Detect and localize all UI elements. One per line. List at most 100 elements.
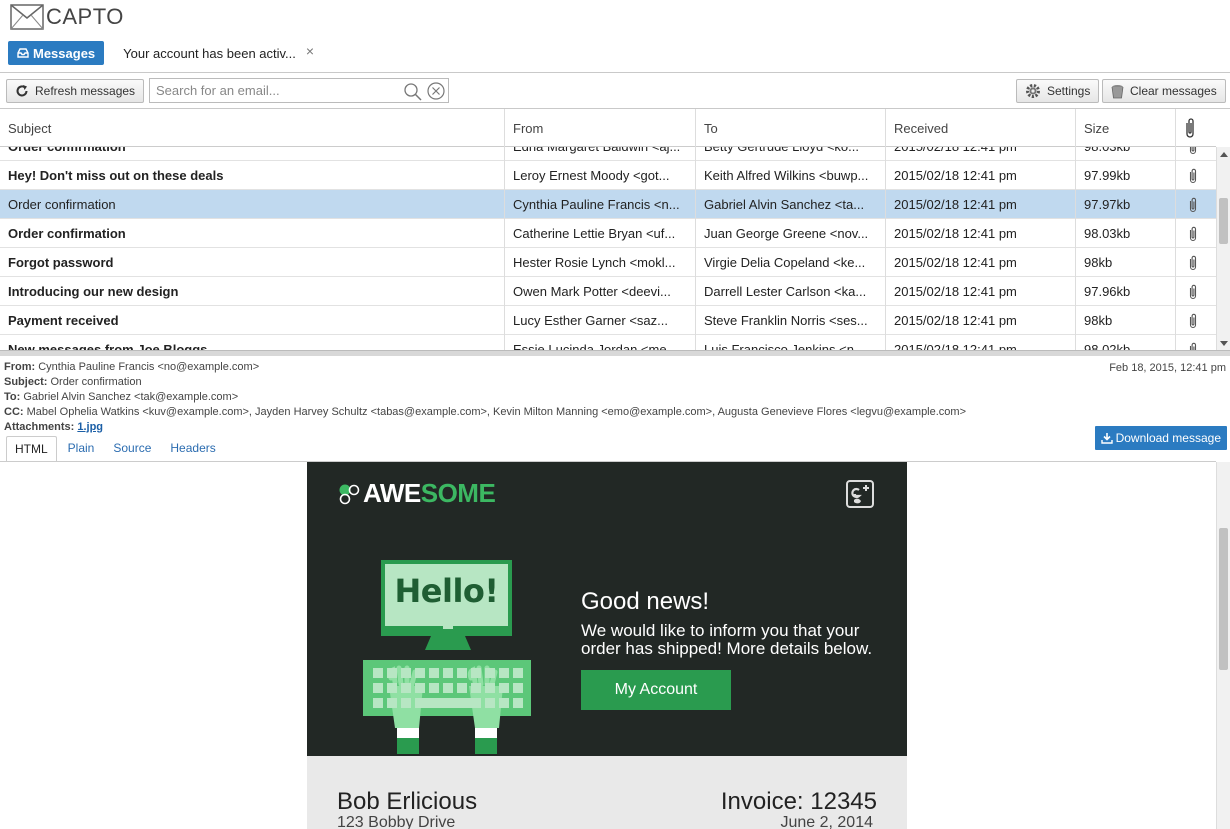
scroll-up-arrow[interactable] [1220,152,1228,157]
column-header-subject[interactable]: Subject [0,109,505,147]
message-attachments-row: Attachments: 1.jpg [4,420,966,435]
email-hero: AWE SOME Hello! Good news! We would like… [307,462,907,756]
tab-messages-label: Messages [33,45,96,61]
cell-received: 2015/02/18 12:41 pm [886,306,1076,335]
keyboard-key [415,698,481,708]
customer-address: 123 Bobby Drive [337,814,456,829]
keyboard-key [415,668,425,678]
preview-scrollbar[interactable] [1216,462,1230,829]
cell-from: Lucy Esther Garner <saz... [505,306,696,335]
keyboard-key [513,683,523,693]
cell-from: Edna Margaret Baldwin <aj... [505,147,696,161]
cell-to: Juan George Greene <nov... [696,219,886,248]
table-row[interactable]: Order confirmation Catherine Lettie Bryan… [0,219,1216,248]
keyboard-key [499,698,509,708]
cell-from: Essie Lucinda Jordan <me... [505,335,696,350]
column-header-size[interactable]: Size [1076,109,1176,147]
cell-to: Darrell Lester Carlson <ka... [696,277,886,306]
tab-plain[interactable]: Plain [60,436,103,462]
cell-subject: Payment received [0,306,505,335]
refresh-messages-button[interactable]: Refresh messages [6,79,145,103]
inbox-icon [17,48,29,58]
download-icon [1100,433,1113,444]
keyboard-key [373,683,383,693]
trash-icon [1111,84,1124,98]
cell-received: 2015/02/18 12:41 pm [886,219,1076,248]
column-header-received[interactable]: Received [886,109,1076,147]
cell-received: 2015/02/18 12:41 pm [886,147,1076,161]
invoice-number: Invoice: 12345 [720,788,877,815]
table-row[interactable]: Order confirmationEdna Margaret Baldwin … [0,147,1216,161]
table-row[interactable]: Hey! Don't miss out on these deals Leroy … [0,161,1216,190]
table-row[interactable]: Order confirmation Cynthia Pauline Franci… [0,190,1216,219]
keyboard-key [401,698,411,708]
keyboard-key [373,668,383,678]
google-plus-icon[interactable] [846,480,874,508]
notification-close-button[interactable]: × [306,43,314,59]
keyboard-key [457,683,467,693]
scroll-down-arrow[interactable] [1220,341,1228,346]
scrollbar-thumb[interactable] [1219,198,1228,244]
keyboard-key [443,668,453,678]
message-cc: Mabel Ophelia Watkins <kuv@example.com>,… [26,406,967,418]
notification-text: Your account has been activ... [123,45,296,61]
cell-from: Owen Mark Potter <deevi... [505,277,696,306]
preview-scrollbar-thumb[interactable] [1219,528,1228,670]
cc-label: CC: [4,406,24,418]
good-news-headline: Good news! [581,588,710,615]
clear-messages-label: Clear messages [1130,84,1217,98]
to-label: To: [4,391,21,403]
message-list-scrollbar[interactable] [1216,147,1230,350]
column-header-attachment[interactable] [1176,109,1216,147]
email-preview: AWE SOME Hello! Good news! We would like… [0,462,1216,829]
capto-app: CAPTO Messages Your account has been act… [0,0,1230,829]
refresh-icon [16,85,28,97]
cell-subject: Forgot password [0,248,505,277]
clear-search-icon[interactable] [427,82,445,100]
invoice-section: Bob Erlicious 123 Bobby Drive Invoice: 1… [307,756,907,829]
app-name: CAPTO [46,4,124,29]
search-icon[interactable] [403,82,422,101]
cell-size: 98.03kb [1076,219,1176,248]
keyboard-key [485,668,495,678]
tab-messages[interactable]: Messages [8,41,105,65]
settings-label: Settings [1047,84,1091,98]
column-header-from[interactable]: From [505,109,696,147]
cell-size: 97.96kb [1076,277,1176,306]
cell-attachment [1176,190,1216,219]
clear-messages-button[interactable]: Clear messages [1102,79,1226,103]
attachment-link[interactable]: 1.jpg [77,421,103,433]
tab-headers[interactable]: Headers [162,436,223,462]
table-row[interactable]: Forgot password Hester Rosie Lynch <mokl.… [0,248,1216,277]
search-input[interactable] [156,83,396,98]
cell-to: Virgie Delia Copeland <ke... [696,248,886,277]
keyboard-key [457,668,467,678]
email-body: AWE SOME Hello! Good news! We would like… [307,462,907,829]
keyboard-key [499,683,509,693]
cell-received: 2015/02/18 12:41 pm [886,248,1076,277]
cell-size: 98.03kb [1076,147,1176,161]
keyboard-key [471,668,481,678]
table-row[interactable]: Payment received Lucy Esther Garner <saz.… [0,306,1216,335]
cell-attachment [1176,161,1216,190]
paperclip-icon [1189,197,1197,213]
download-message-button[interactable]: Download message [1094,426,1227,450]
brand-name-part2: SOME [420,478,496,508]
cell-from: Hester Rosie Lynch <mokl... [505,248,696,277]
pane-splitter[interactable] [0,350,1230,356]
keyboard [369,664,527,712]
tab-html[interactable]: HTML [6,436,57,462]
good-news-block: Good news! We would like to inform you t… [581,588,881,658]
cell-subject: Order confirmation [0,190,505,219]
brand-circles-icon [339,484,360,504]
paperclip-icon [1189,168,1197,184]
column-header-to[interactable]: To [696,109,886,147]
cell-received: 2015/02/18 12:41 pm [886,190,1076,219]
table-row[interactable]: Introducing our new design Owen Mark Pott… [0,277,1216,306]
invoice-date: June 2, 2014 [780,814,873,829]
settings-button[interactable]: Settings [1016,79,1100,103]
tab-source[interactable]: Source [105,436,159,462]
table-row[interactable]: New messages from Joe Bloggs Essie Lucind… [0,335,1216,350]
cell-received: 2015/02/18 12:41 pm [886,277,1076,306]
my-account-button[interactable]: My Account [581,670,731,710]
